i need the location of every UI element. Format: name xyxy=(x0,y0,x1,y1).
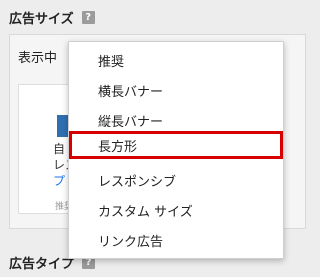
preview-line-3: プ xyxy=(53,174,66,188)
preview-line-1: 自 xyxy=(53,142,66,156)
menu-item-horizontal-banner[interactable]: 横長バナー xyxy=(69,76,283,104)
menu-item-link-ad[interactable]: リンク広告 xyxy=(69,226,283,254)
display-label: 表示中 xyxy=(18,51,58,66)
ad-size-dropdown-menu[interactable]: 推奨 横長バナー 縦長バナー 長方形 レスポンシブ カスタム サイズ リンク広告 xyxy=(68,41,284,259)
ad-size-heading: 広告サイズ ? xyxy=(9,6,95,28)
menu-item-custom-size[interactable]: カスタム サイズ xyxy=(69,196,283,224)
menu-item-vertical-banner[interactable]: 縦長バナー xyxy=(69,106,283,134)
help-icon[interactable]: ? xyxy=(81,10,95,24)
ad-type-title: 広告タイプ xyxy=(9,256,75,272)
menu-item-rectangle[interactable]: 長方形 xyxy=(69,131,283,159)
ad-size-title: 広告サイズ xyxy=(9,11,74,27)
menu-item-recommended[interactable]: 推奨 xyxy=(69,46,283,74)
menu-item-responsive[interactable]: レスポンシブ xyxy=(69,166,283,194)
